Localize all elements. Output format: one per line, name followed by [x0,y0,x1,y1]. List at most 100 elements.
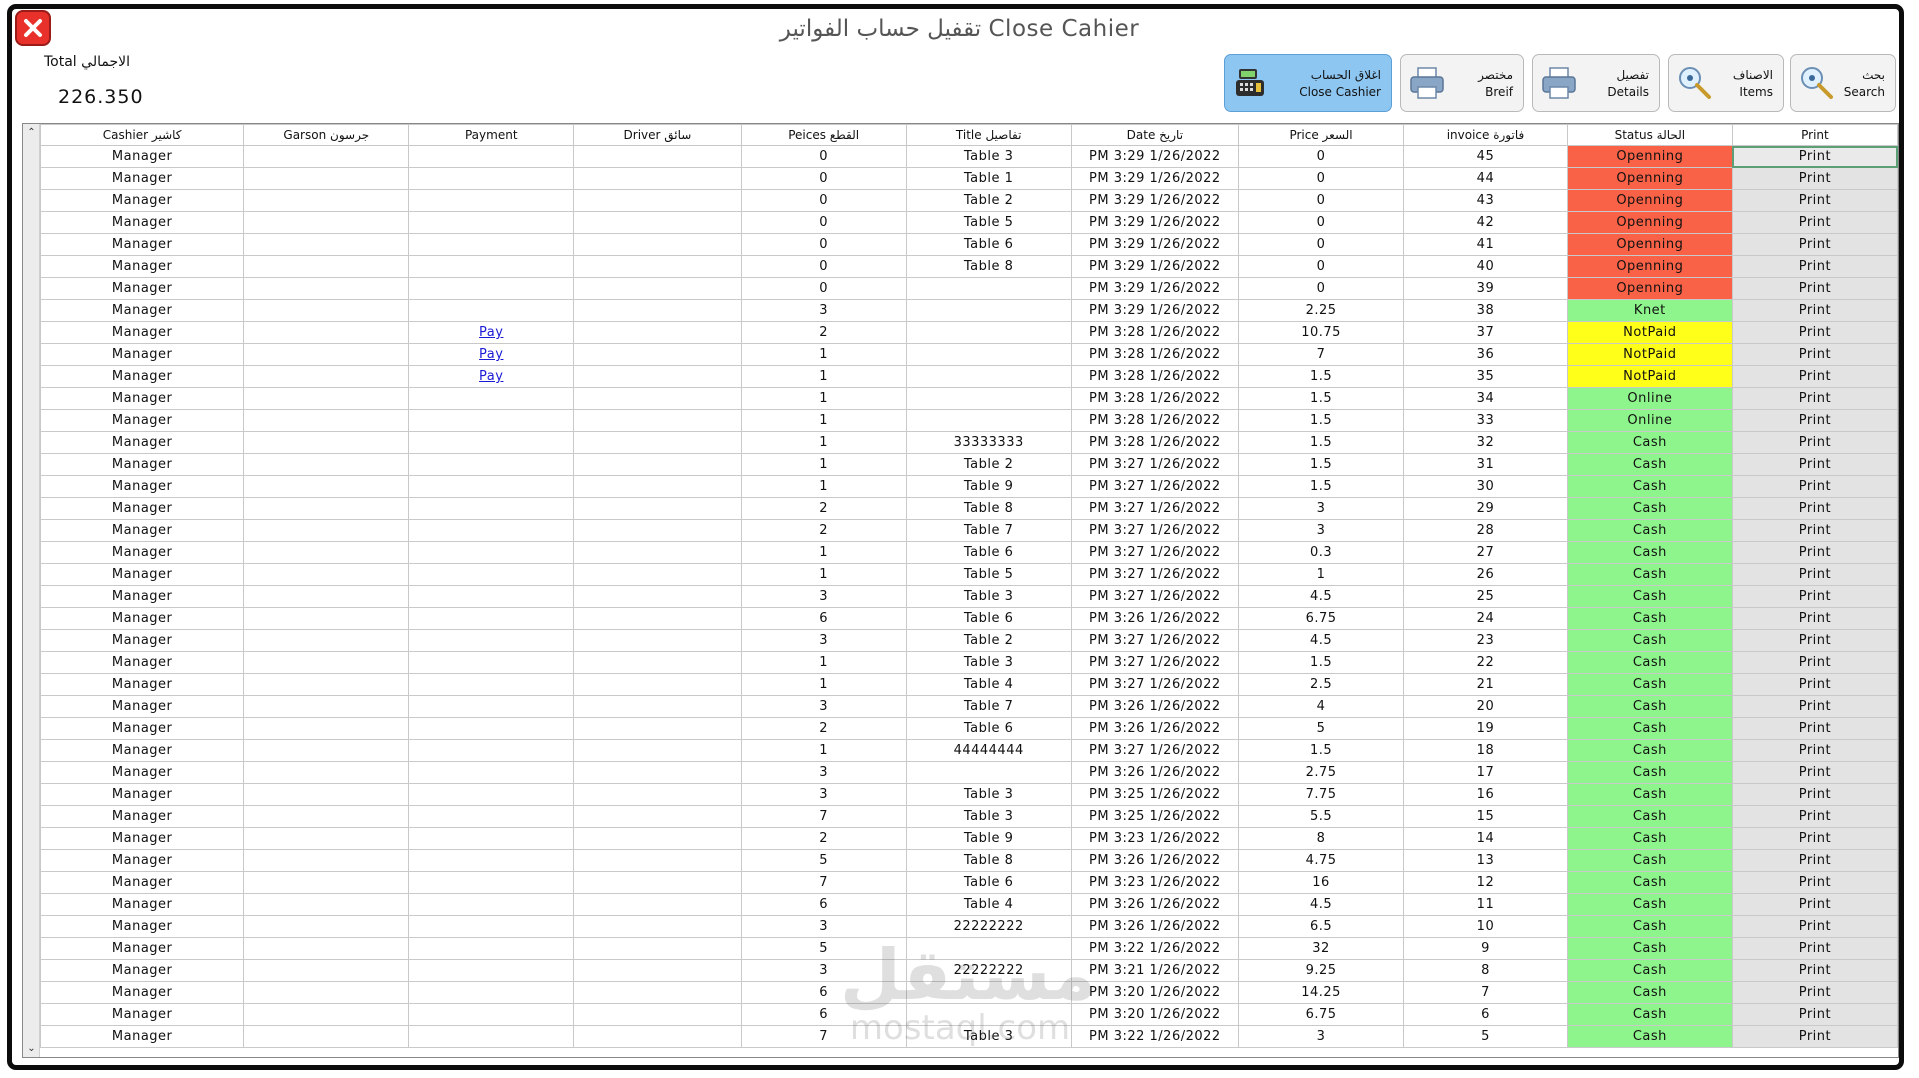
column-header[interactable]: Print [1731,124,1898,146]
table-row[interactable]: Manager 2 Table 6 PM 3:26 1/26/2022 5 19 Cash P… [39,717,1898,740]
table-row[interactable]: Manager 3 22222222 PM 3:26 1/26/2022 6.5 10 Ca… [39,915,1898,938]
column-header[interactable]: Payment [408,124,575,146]
print-button[interactable]: Print [1731,937,1898,960]
table-row[interactable]: Manager 6 PM 3:20 1/26/2022 14.25 7 Cash Print [39,981,1898,1004]
table-row[interactable]: Manager 3 Table 2 PM 3:27 1/26/2022 4.5 23 Cas… [39,629,1898,652]
items-button[interactable]: الاصناف Items [1668,54,1784,112]
brief-button[interactable]: مختصر Breif [1400,54,1524,112]
print-button[interactable]: Print [1731,717,1898,740]
table-row[interactable]: Manager Pay 2 PM 3:28 1/26/2022 10.75 37 NotPa… [39,321,1898,344]
print-button[interactable]: Print [1731,827,1898,850]
print-button[interactable]: Print [1731,233,1898,256]
table-row[interactable]: Manager 1 Table 4 PM 3:27 1/26/2022 2.5 21 Cas… [39,673,1898,696]
table-row[interactable]: Manager 1 PM 3:28 1/26/2022 1.5 34 Online Prin… [39,387,1898,410]
table-row[interactable]: Manager 6 PM 3:20 1/26/2022 6.75 6 Cash Print [39,1003,1898,1026]
table-row[interactable]: Manager 6 Table 6 PM 3:26 1/26/2022 6.75 24 Ca… [39,607,1898,630]
scroll-up-icon[interactable]: ⌃ [23,124,40,141]
print-button[interactable]: Print [1731,475,1898,498]
table-row[interactable]: Manager 1 33333333 PM 3:28 1/26/2022 1.5 32 Ca… [39,431,1898,454]
table-row[interactable]: Manager 1 Table 2 PM 3:27 1/26/2022 1.5 31 Cas… [39,453,1898,476]
table-row[interactable]: Manager 3 Table 3 PM 3:27 1/26/2022 4.5 25 Cas… [39,585,1898,608]
table-row[interactable]: Manager 3 22222222 PM 3:21 1/26/2022 9.25 8 Ca… [39,959,1898,982]
table-row[interactable]: Manager 1 Table 3 PM 3:27 1/26/2022 1.5 22 Cas… [39,651,1898,674]
column-header[interactable]: Peices القطع [740,124,907,146]
table-row[interactable]: Manager 5 PM 3:22 1/26/2022 32 9 Cash Print [39,937,1898,960]
print-button[interactable]: Print [1731,981,1898,1004]
scroll-down-icon[interactable]: ⌄ [23,1040,40,1057]
details-button[interactable]: تفصيل Details [1532,54,1660,112]
table-row[interactable]: Manager 0 Table 1 PM 3:29 1/26/2022 0 44 Openn… [39,167,1898,190]
pay-link[interactable]: Pay [479,325,503,340]
table-row[interactable]: Manager 2 Table 8 PM 3:27 1/26/2022 3 29 Cash P… [39,497,1898,520]
table-row[interactable]: Manager 0 Table 2 PM 3:29 1/26/2022 0 43 Openn… [39,189,1898,212]
print-button[interactable]: Print [1731,343,1898,366]
print-button[interactable]: Print [1731,299,1898,322]
print-button[interactable]: Print [1731,959,1898,982]
table-row[interactable]: Manager 0 Table 3 PM 3:29 1/26/2022 0 45 Openn… [39,145,1898,168]
table-row[interactable]: Manager 3 PM 3:26 1/26/2022 2.75 17 Cash Print [39,761,1898,784]
search-button[interactable]: بحث Search [1790,54,1896,112]
print-button[interactable]: Print [1731,585,1898,608]
print-button[interactable]: Print [1731,145,1898,168]
column-header[interactable]: Date تاريخ [1070,124,1240,146]
pay-link[interactable]: Pay [479,347,503,362]
print-button[interactable]: Print [1731,761,1898,784]
print-button[interactable]: Print [1731,497,1898,520]
table-row[interactable]: Manager 1 Table 9 PM 3:27 1/26/2022 1.5 30 Cas… [39,475,1898,498]
print-button[interactable]: Print [1731,519,1898,542]
print-button[interactable]: Print [1731,1025,1898,1048]
print-button[interactable]: Print [1731,607,1898,630]
table-row[interactable]: Manager 3 Table 7 PM 3:26 1/26/2022 4 20 Cash P… [39,695,1898,718]
print-button[interactable]: Print [1731,783,1898,806]
print-button[interactable]: Print [1731,431,1898,454]
vertical-scrollbar[interactable]: ⌃ ⌄ [23,124,40,1057]
close-cashier-button[interactable]: اغلاق الحساب Close Cashier [1224,54,1392,112]
table-row[interactable]: Manager 1 44444444 PM 3:27 1/26/2022 1.5 18 Ca… [39,739,1898,762]
table-row[interactable]: Manager 7 Table 6 PM 3:23 1/26/2022 16 12 Cash… [39,871,1898,894]
table-row[interactable]: Manager 1 Table 6 PM 3:27 1/26/2022 0.3 27 Cas… [39,541,1898,564]
print-button[interactable]: Print [1731,1003,1898,1026]
print-button[interactable]: Print [1731,387,1898,410]
table-row[interactable]: Manager 6 Table 4 PM 3:26 1/26/2022 4.5 11 Cas… [39,893,1898,916]
table-row[interactable]: Manager 0 PM 3:29 1/26/2022 0 39 Openning Prin… [39,277,1898,300]
table-row[interactable]: Manager 3 Table 3 PM 3:25 1/26/2022 7.75 16 Ca… [39,783,1898,806]
column-header[interactable]: invoice فاتورة [1403,124,1568,146]
table-row[interactable]: Manager Pay 1 PM 3:28 1/26/2022 1.5 35 NotPaid… [39,365,1898,388]
print-button[interactable]: Print [1731,629,1898,652]
column-header[interactable]: Driver سائق [573,124,742,146]
column-header[interactable]: Cashier كاشير [39,124,245,146]
table-row[interactable]: Manager 5 Table 8 PM 3:26 1/26/2022 4.75 13 Ca… [39,849,1898,872]
print-button[interactable]: Print [1731,849,1898,872]
print-button[interactable]: Print [1731,189,1898,212]
column-header[interactable]: Garson جرسون [243,124,410,146]
table-row[interactable]: Manager 0 Table 5 PM 3:29 1/26/2022 0 42 Openn… [39,211,1898,234]
table-row[interactable]: Manager 1 Table 5 PM 3:27 1/26/2022 1 26 Cash P… [39,563,1898,586]
print-button[interactable]: Print [1731,893,1898,916]
table-row[interactable]: Manager 3 PM 3:29 1/26/2022 2.25 38 Knet Print [39,299,1898,322]
print-button[interactable]: Print [1731,321,1898,344]
print-button[interactable]: Print [1731,563,1898,586]
table-row[interactable]: Manager 2 Table 7 PM 3:27 1/26/2022 3 28 Cash P… [39,519,1898,542]
print-button[interactable]: Print [1731,651,1898,674]
print-button[interactable]: Print [1731,167,1898,190]
print-button[interactable]: Print [1731,805,1898,828]
table-row[interactable]: Manager 7 Table 3 PM 3:22 1/26/2022 3 5 Cash Pr… [39,1025,1898,1048]
print-button[interactable]: Print [1731,365,1898,388]
column-header[interactable]: Status الحالة [1566,124,1733,146]
print-button[interactable]: Print [1731,211,1898,234]
table-row[interactable]: Manager 7 Table 3 PM 3:25 1/26/2022 5.5 15 Cas… [39,805,1898,828]
print-button[interactable]: Print [1731,277,1898,300]
print-button[interactable]: Print [1731,255,1898,278]
print-button[interactable]: Print [1731,915,1898,938]
table-row[interactable]: Manager 0 Table 8 PM 3:29 1/26/2022 0 40 Openn… [39,255,1898,278]
print-button[interactable]: Print [1731,541,1898,564]
pay-link[interactable]: Pay [479,369,503,384]
print-button[interactable]: Print [1731,695,1898,718]
column-header[interactable]: Price السعر [1238,124,1405,146]
table-row[interactable]: Manager Pay 1 PM 3:28 1/26/2022 7 36 NotPaid Pr… [39,343,1898,366]
print-button[interactable]: Print [1731,871,1898,894]
print-button[interactable]: Print [1731,673,1898,696]
table-row[interactable]: Manager 0 Table 6 PM 3:29 1/26/2022 0 41 Openn… [39,233,1898,256]
print-button[interactable]: Print [1731,739,1898,762]
column-header[interactable]: Title تفاصيل [905,124,1072,146]
